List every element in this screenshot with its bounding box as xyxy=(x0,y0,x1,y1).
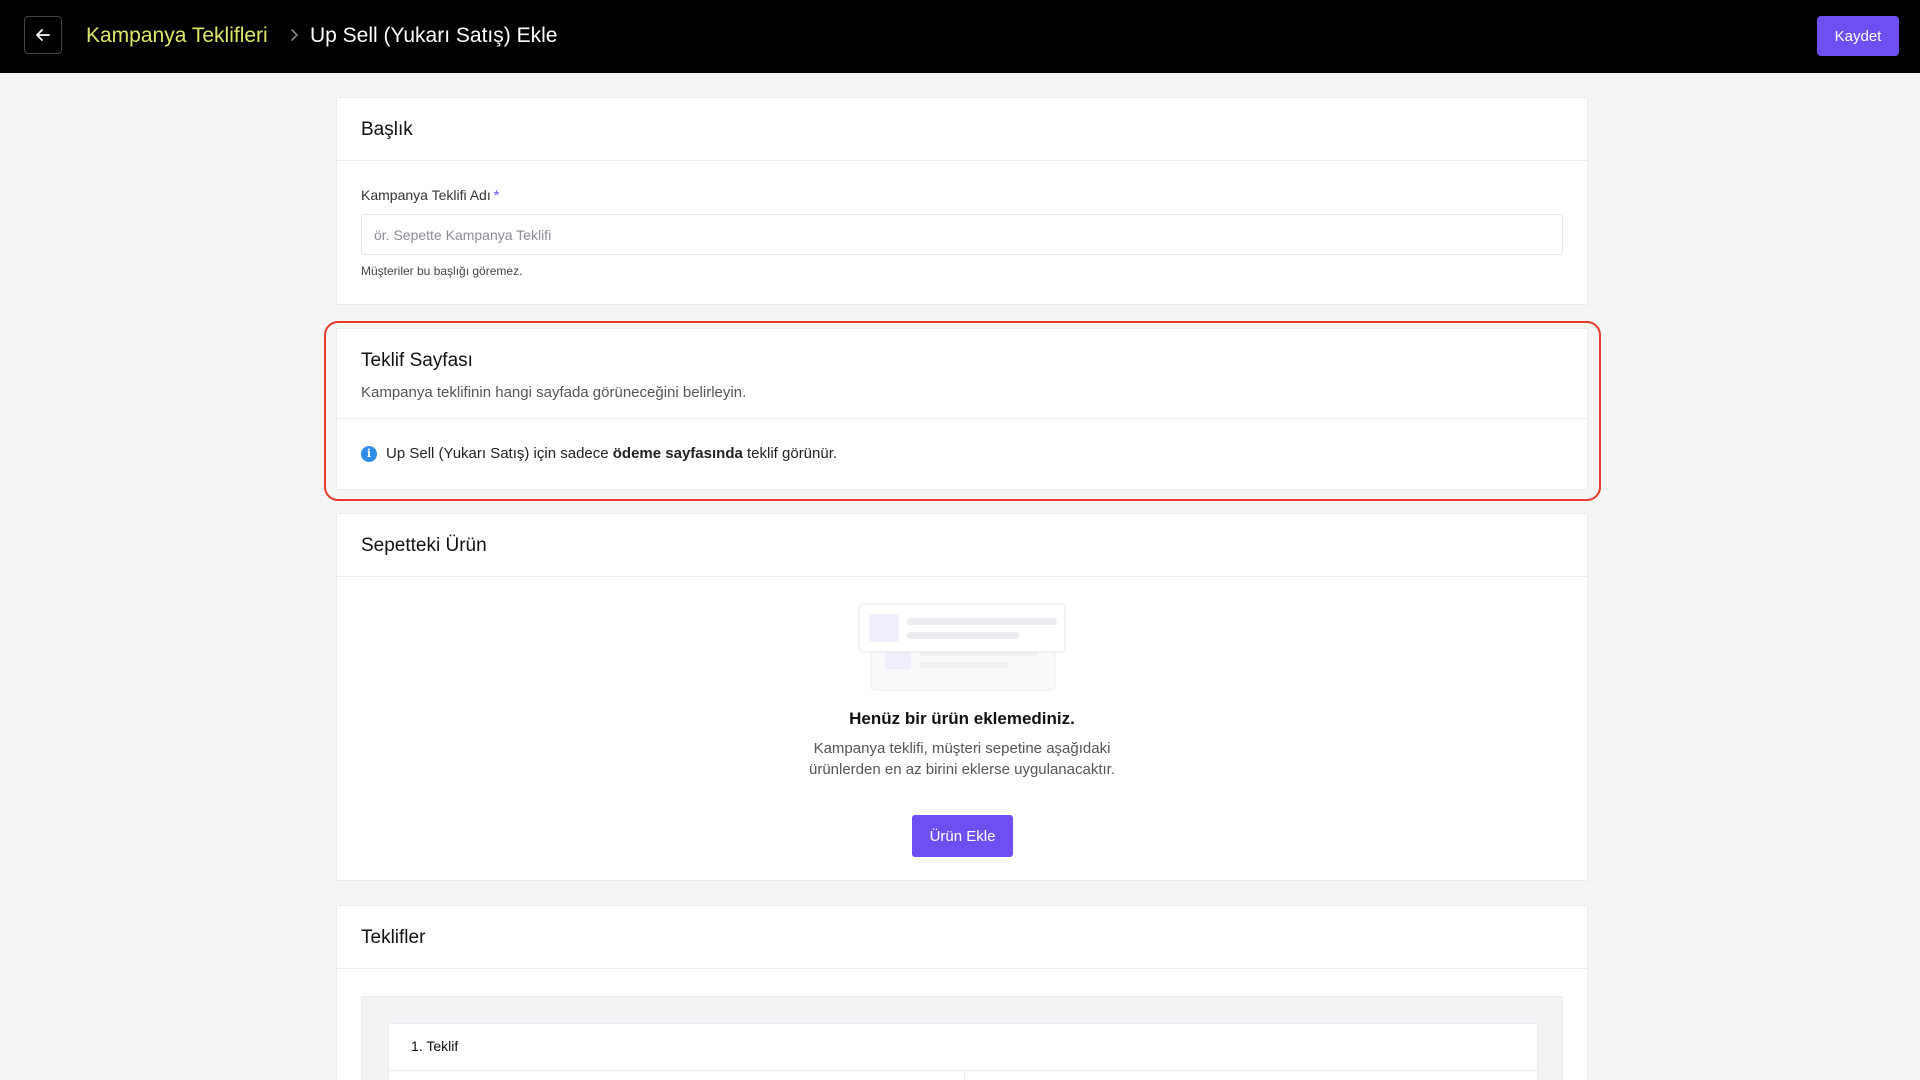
page-title: Up Sell (Yukarı Satış) Ekle xyxy=(310,24,558,47)
offer-page-description: Kampanya teklifinin hangi sayfada görüne… xyxy=(361,384,747,401)
cart-product-card-header xyxy=(337,514,1587,577)
title-card: Başlık Kampanya Teklifi Adı* Müşteriler … xyxy=(336,97,1588,305)
campaign-name-label: Kampanya Teklifi Adı * xyxy=(361,187,499,203)
empty-products-desc-line1: Kampanya teklifi, müşteri sepetine aşağı… xyxy=(813,740,1111,757)
title-card-heading: Başlık xyxy=(361,119,413,140)
offer-page-heading: Teklif Sayfası xyxy=(361,350,473,371)
offer-page-card: Teklif Sayfası Kampanya teklifinin hangi… xyxy=(336,328,1588,490)
add-product-button[interactable]: Ürün Ekle xyxy=(912,815,1013,857)
chevron-right-icon xyxy=(291,29,299,41)
offer-item[interactable]: 1. Teklif xyxy=(388,1023,1538,1080)
info-text-bold: ödeme sayfasında xyxy=(612,445,743,462)
info-text-prefix: Up Sell (Yukarı Satış) için sadece xyxy=(386,445,613,462)
empty-products-title: Henüz bir ürün eklemediniz. xyxy=(849,709,1075,728)
campaign-name-hint: Müşteriler bu başlığı göremez. xyxy=(361,264,523,278)
empty-products-desc-line2: ürünlerden en az birini eklerse uygulana… xyxy=(808,761,1115,778)
offer-page-info: i Up Sell (Yukarı Satış) için sadece öde… xyxy=(361,445,837,462)
back-button[interactable] xyxy=(24,16,62,54)
offer-item-column-divider xyxy=(964,1070,965,1080)
save-button[interactable]: Kaydet xyxy=(1817,16,1899,56)
breadcrumb-campaign-offers[interactable]: Kampanya Teklifleri xyxy=(86,24,268,48)
offers-card-header xyxy=(337,906,1587,969)
required-marker: * xyxy=(493,187,500,203)
cart-product-heading: Sepetteki Ürün xyxy=(361,535,487,556)
offers-card: Teklifler 1. Teklif xyxy=(336,905,1588,1080)
top-bar: Kampanya Teklifleri Up Sell (Yukarı Satı… xyxy=(0,0,1920,73)
arrow-left-icon xyxy=(36,29,50,41)
info-text-suffix: teklif görünür. xyxy=(742,445,838,462)
campaign-name-input[interactable] xyxy=(361,214,1563,255)
offers-list: 1. Teklif xyxy=(361,996,1563,1080)
cart-product-card: Sepetteki Ürün Henüz bir ürün eklemedini… xyxy=(336,513,1588,881)
title-card-header xyxy=(337,98,1587,161)
empty-products-illustration xyxy=(858,603,1066,691)
info-icon: i xyxy=(361,445,377,462)
campaign-name-label-text: Kampanya Teklifi Adı xyxy=(361,187,491,203)
offer-page-card-header xyxy=(337,329,1587,419)
offer-item-divider xyxy=(389,1070,1537,1071)
offer-item-title: 1. Teklif xyxy=(411,1038,459,1054)
offers-heading: Teklifler xyxy=(361,927,426,948)
